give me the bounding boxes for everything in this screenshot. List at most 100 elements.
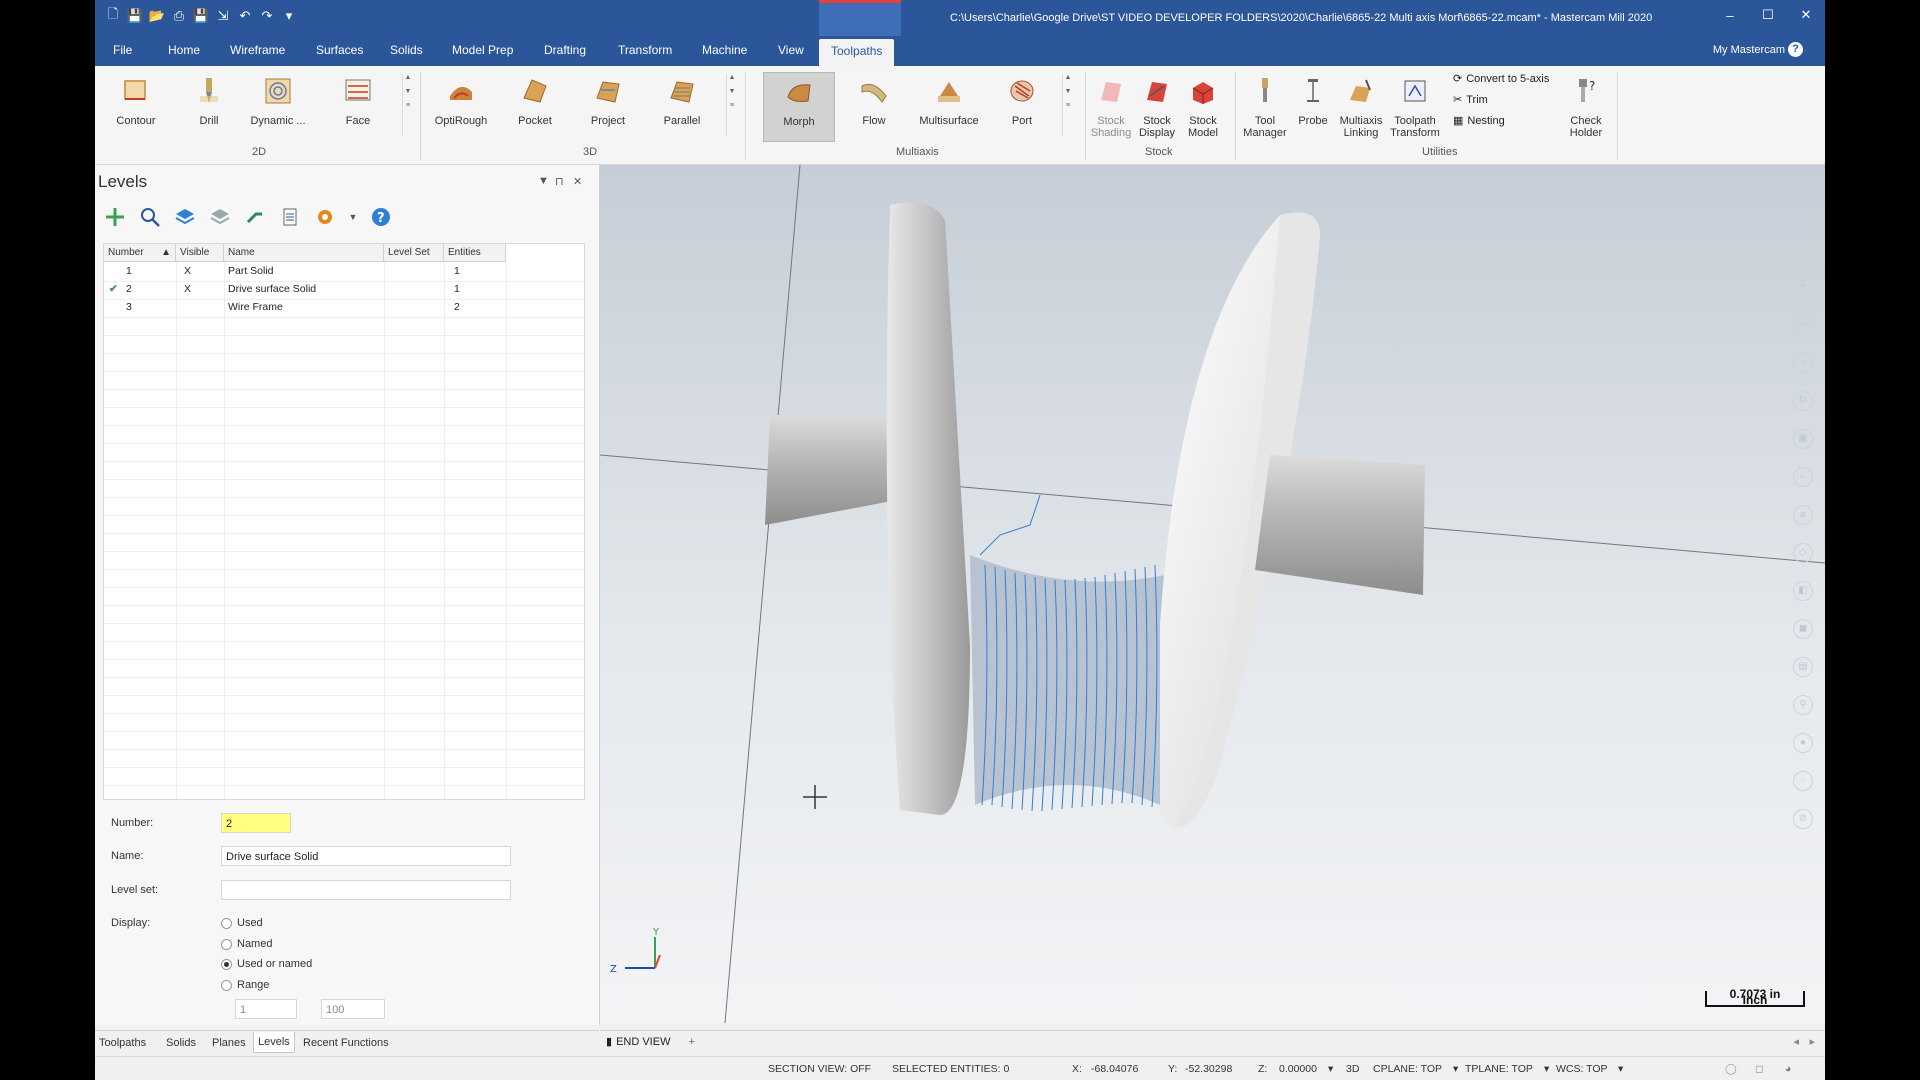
rotate-icon[interactable]: ↻ xyxy=(1793,391,1813,411)
radio-range[interactable]: Range xyxy=(221,979,269,991)
undo-icon[interactable]: ↶ xyxy=(237,8,253,24)
drill-button[interactable]: Drill xyxy=(178,72,240,142)
close-button[interactable]: ✕ xyxy=(1787,0,1825,30)
col-visible[interactable]: Visible xyxy=(176,244,224,262)
port-button[interactable]: Port xyxy=(991,72,1053,142)
menu-transform[interactable]: Transform xyxy=(618,43,672,57)
refresh-button[interactable] xyxy=(243,205,267,229)
menu-machine[interactable]: Machine xyxy=(702,43,747,57)
parallel-button[interactable]: Parallel xyxy=(651,72,713,142)
tab-toolpaths[interactable]: Toolpaths xyxy=(99,1037,146,1049)
wireframe-mode-icon[interactable]: ◯ xyxy=(1725,1063,1737,1075)
radio-used-or-named[interactable]: Used or named xyxy=(221,958,312,970)
number-field[interactable]: 2 xyxy=(221,813,291,833)
mode-status[interactable]: 3D xyxy=(1346,1063,1359,1075)
trim-button[interactable]: ✂ Trim xyxy=(1453,93,1488,107)
col-number[interactable]: Number ▲ xyxy=(104,244,176,262)
shading-icon[interactable]: ◼ xyxy=(1793,619,1813,639)
tplane-dropdown-icon[interactable]: ▾ xyxy=(1544,1063,1549,1075)
scroll-right-icon[interactable]: ▸ xyxy=(1809,1035,1815,1048)
project-button[interactable]: Project xyxy=(577,72,639,142)
morph-button[interactable]: Morph xyxy=(763,72,835,142)
pin-icon[interactable]: ⊓ xyxy=(555,175,564,188)
col-level-set[interactable]: Level Set xyxy=(384,244,444,262)
col-entities[interactable]: Entities xyxy=(444,244,506,262)
pocket-3d-button[interactable]: Pocket xyxy=(504,72,566,142)
table-row[interactable]: 1 X Part Solid 1 xyxy=(104,263,584,281)
multisurface-button[interactable]: Multisurface xyxy=(913,72,985,142)
scroll-left-icon[interactable]: ◂ xyxy=(1793,1035,1799,1048)
end-view-tab[interactable]: ▮ END VIEW + xyxy=(606,1035,695,1049)
settings-dropdown[interactable]: ▼ xyxy=(348,205,358,229)
range-to-field[interactable]: 100 xyxy=(321,999,385,1019)
view-icon[interactable]: ▣ xyxy=(1793,429,1813,449)
tab-levels[interactable]: Levels xyxy=(253,1032,295,1053)
help-button[interactable]: ? xyxy=(369,205,393,229)
find-level-button[interactable] xyxy=(138,205,162,229)
gallery-2d-scroll[interactable]: ▲ ▼ ≡ xyxy=(402,74,413,136)
wcs-status[interactable]: WCS: TOP xyxy=(1556,1063,1608,1075)
measure-icon[interactable]: ⌀ xyxy=(1793,505,1813,525)
graphics-viewport[interactable]: Y Z + − ○ ↻ ▣ ⇔ ⌀ ◇ ◧ ◼ ▤ ⚲ ● ◌ ⊘ 0.7073… xyxy=(600,165,1825,1023)
probe-button[interactable]: Probe xyxy=(1290,72,1336,142)
range-from-field[interactable]: 1 xyxy=(235,999,297,1019)
zoom-in-icon[interactable]: + xyxy=(1793,277,1813,297)
tool-manager-button[interactable]: Tool Manager xyxy=(1239,72,1291,142)
add-viewsheet-icon[interactable]: + xyxy=(688,1036,694,1048)
name-field[interactable]: Drive surface Solid xyxy=(221,846,511,866)
radio-used[interactable]: Used xyxy=(221,917,263,929)
color-icon[interactable]: ● xyxy=(1793,733,1813,753)
nesting-button[interactable]: ▦ Nesting xyxy=(1453,114,1505,128)
tab-solids[interactable]: Solids xyxy=(166,1037,196,1049)
shaded-mode-icon[interactable]: ◻ xyxy=(1755,1063,1764,1075)
multiaxis-linking-button[interactable]: Multiaxis Linking xyxy=(1335,72,1387,142)
tplane-status[interactable]: TPLANE: TOP xyxy=(1465,1063,1533,1075)
table-row[interactable]: ✔ 2 X Drive surface Solid 1 xyxy=(104,281,584,299)
menu-toolpaths[interactable]: Toolpaths xyxy=(819,39,895,66)
menu-file[interactable]: File xyxy=(113,43,132,57)
new-file-icon[interactable]: 🗋 xyxy=(105,6,121,24)
toolpath-transform-button[interactable]: Toolpath Transform xyxy=(1387,72,1443,142)
help-icon[interactable]: ? xyxy=(1788,42,1803,57)
stock-model-button[interactable]: Stock Model xyxy=(1180,72,1226,142)
close-panel-icon[interactable]: ✕ xyxy=(573,175,582,188)
fit-icon[interactable]: ○ xyxy=(1793,353,1813,373)
my-mastercam-link[interactable]: My Mastercam xyxy=(1713,44,1785,56)
filter-icon[interactable]: ⚲ xyxy=(1793,695,1813,715)
menu-view[interactable]: View xyxy=(778,43,804,57)
export-icon[interactable]: ⇲ xyxy=(215,8,231,24)
menu-solids[interactable]: Solids xyxy=(390,43,423,57)
display-icon[interactable]: ▤ xyxy=(1793,657,1813,677)
radio-named[interactable]: Named xyxy=(221,938,272,950)
settings-button[interactable] xyxy=(313,205,337,229)
menu-home[interactable]: Home xyxy=(168,43,200,57)
section-icon[interactable]: ◧ xyxy=(1793,581,1813,601)
maximize-button[interactable]: ☐ xyxy=(1749,0,1787,30)
cplane-status[interactable]: CPLANE: TOP xyxy=(1373,1063,1442,1075)
menu-surfaces[interactable]: Surfaces xyxy=(316,43,363,57)
menu-model-prep[interactable]: Model Prep xyxy=(452,43,513,57)
make-all-invisible-button[interactable] xyxy=(208,205,232,229)
isometric-icon[interactable]: ◇ xyxy=(1793,543,1813,563)
make-all-visible-button[interactable] xyxy=(173,205,197,229)
gallery-3d-scroll[interactable]: ▲ ▼ ≡ xyxy=(726,74,737,136)
dynamic-button[interactable]: Dynamic ... xyxy=(247,72,309,142)
wcs-dropdown-icon[interactable]: ▾ xyxy=(1618,1063,1623,1075)
cplane-dropdown-icon[interactable]: ▾ xyxy=(1453,1063,1458,1075)
table-row[interactable]: 3 Wire Frame 2 xyxy=(104,299,584,317)
tab-planes[interactable]: Planes xyxy=(212,1037,246,1049)
add-level-button[interactable] xyxy=(103,205,127,229)
flow-button[interactable]: Flow xyxy=(843,72,905,142)
menu-wireframe[interactable]: Wireframe xyxy=(230,43,285,57)
cancel-icon[interactable]: ⊘ xyxy=(1793,809,1813,829)
level-visible[interactable]: X xyxy=(184,283,191,295)
stock-display-button[interactable]: Stock Display xyxy=(1134,72,1180,142)
print-icon[interactable]: ⎙ xyxy=(171,8,187,24)
section-view-status[interactable]: SECTION VIEW: OFF xyxy=(768,1063,871,1075)
col-name[interactable]: Name xyxy=(224,244,384,262)
hide-icon[interactable]: ◌ xyxy=(1793,771,1813,791)
convert-5axis-button[interactable]: ⟳ Convert to 5-axis xyxy=(1453,72,1549,86)
level-visible[interactable]: X xyxy=(184,265,191,277)
minimize-button[interactable]: – xyxy=(1711,0,1749,30)
zoom-out-icon[interactable]: − xyxy=(1793,315,1813,335)
